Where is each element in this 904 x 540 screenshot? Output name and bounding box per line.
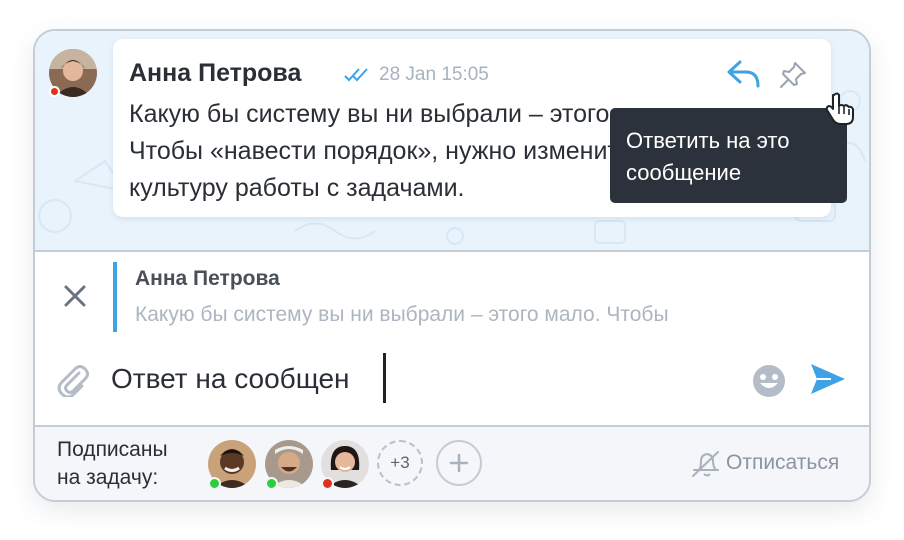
subscribers-label-line: на задачу: xyxy=(57,466,159,489)
subscribers-footer: Подписаны на задачу: +3 Отписаться xyxy=(35,425,869,500)
double-check-icon xyxy=(344,68,368,82)
text-caret xyxy=(383,353,386,403)
add-subscriber-button[interactable] xyxy=(436,440,482,486)
subscriber-status-dot xyxy=(321,477,334,490)
reply-input[interactable] xyxy=(111,357,671,401)
tooltip-line: Ответить на это xyxy=(626,128,790,153)
smiley-icon[interactable] xyxy=(751,363,787,399)
close-icon[interactable] xyxy=(63,284,87,308)
bell-slash-icon xyxy=(692,451,719,477)
paperclip-icon[interactable] xyxy=(56,363,90,397)
task-chat-card: Анна Петрова 28 Jan 15:05 Какую бы систе… xyxy=(33,29,871,502)
plus-icon xyxy=(449,453,469,473)
reply-tooltip: Ответить на это сообщение xyxy=(610,108,847,203)
send-icon[interactable] xyxy=(809,361,847,397)
author-status-dot xyxy=(49,86,60,97)
subscriber-status-dot xyxy=(208,477,221,490)
pin-icon[interactable] xyxy=(779,61,807,89)
hand-cursor-icon xyxy=(825,92,854,125)
tooltip-line: сообщение xyxy=(626,160,742,185)
more-subscribers-count[interactable]: +3 xyxy=(377,440,423,486)
message-author[interactable]: Анна Петрова xyxy=(129,59,301,88)
reply-preview: Анна Петрова Какую бы систему вы ни выбр… xyxy=(113,262,813,332)
message-timestamp: 28 Jan 15:05 xyxy=(379,64,489,85)
chat-message-area: Анна Петрова 28 Jan 15:05 Какую бы систе… xyxy=(35,31,869,252)
message-bubble: Анна Петрова 28 Jan 15:05 Какую бы систе… xyxy=(113,39,854,217)
subscriber-status-dot xyxy=(265,477,278,490)
subscribers-label-line: Подписаны xyxy=(57,438,168,461)
reply-snippet: Какую бы систему вы ни выбрали – этого м… xyxy=(135,303,669,326)
reply-arrow-icon[interactable] xyxy=(726,59,762,89)
unsubscribe-label: Отписаться xyxy=(726,451,840,474)
subscribers-label: Подписаны на задачу: xyxy=(57,436,168,492)
reply-author: Анна Петрова xyxy=(135,267,280,290)
